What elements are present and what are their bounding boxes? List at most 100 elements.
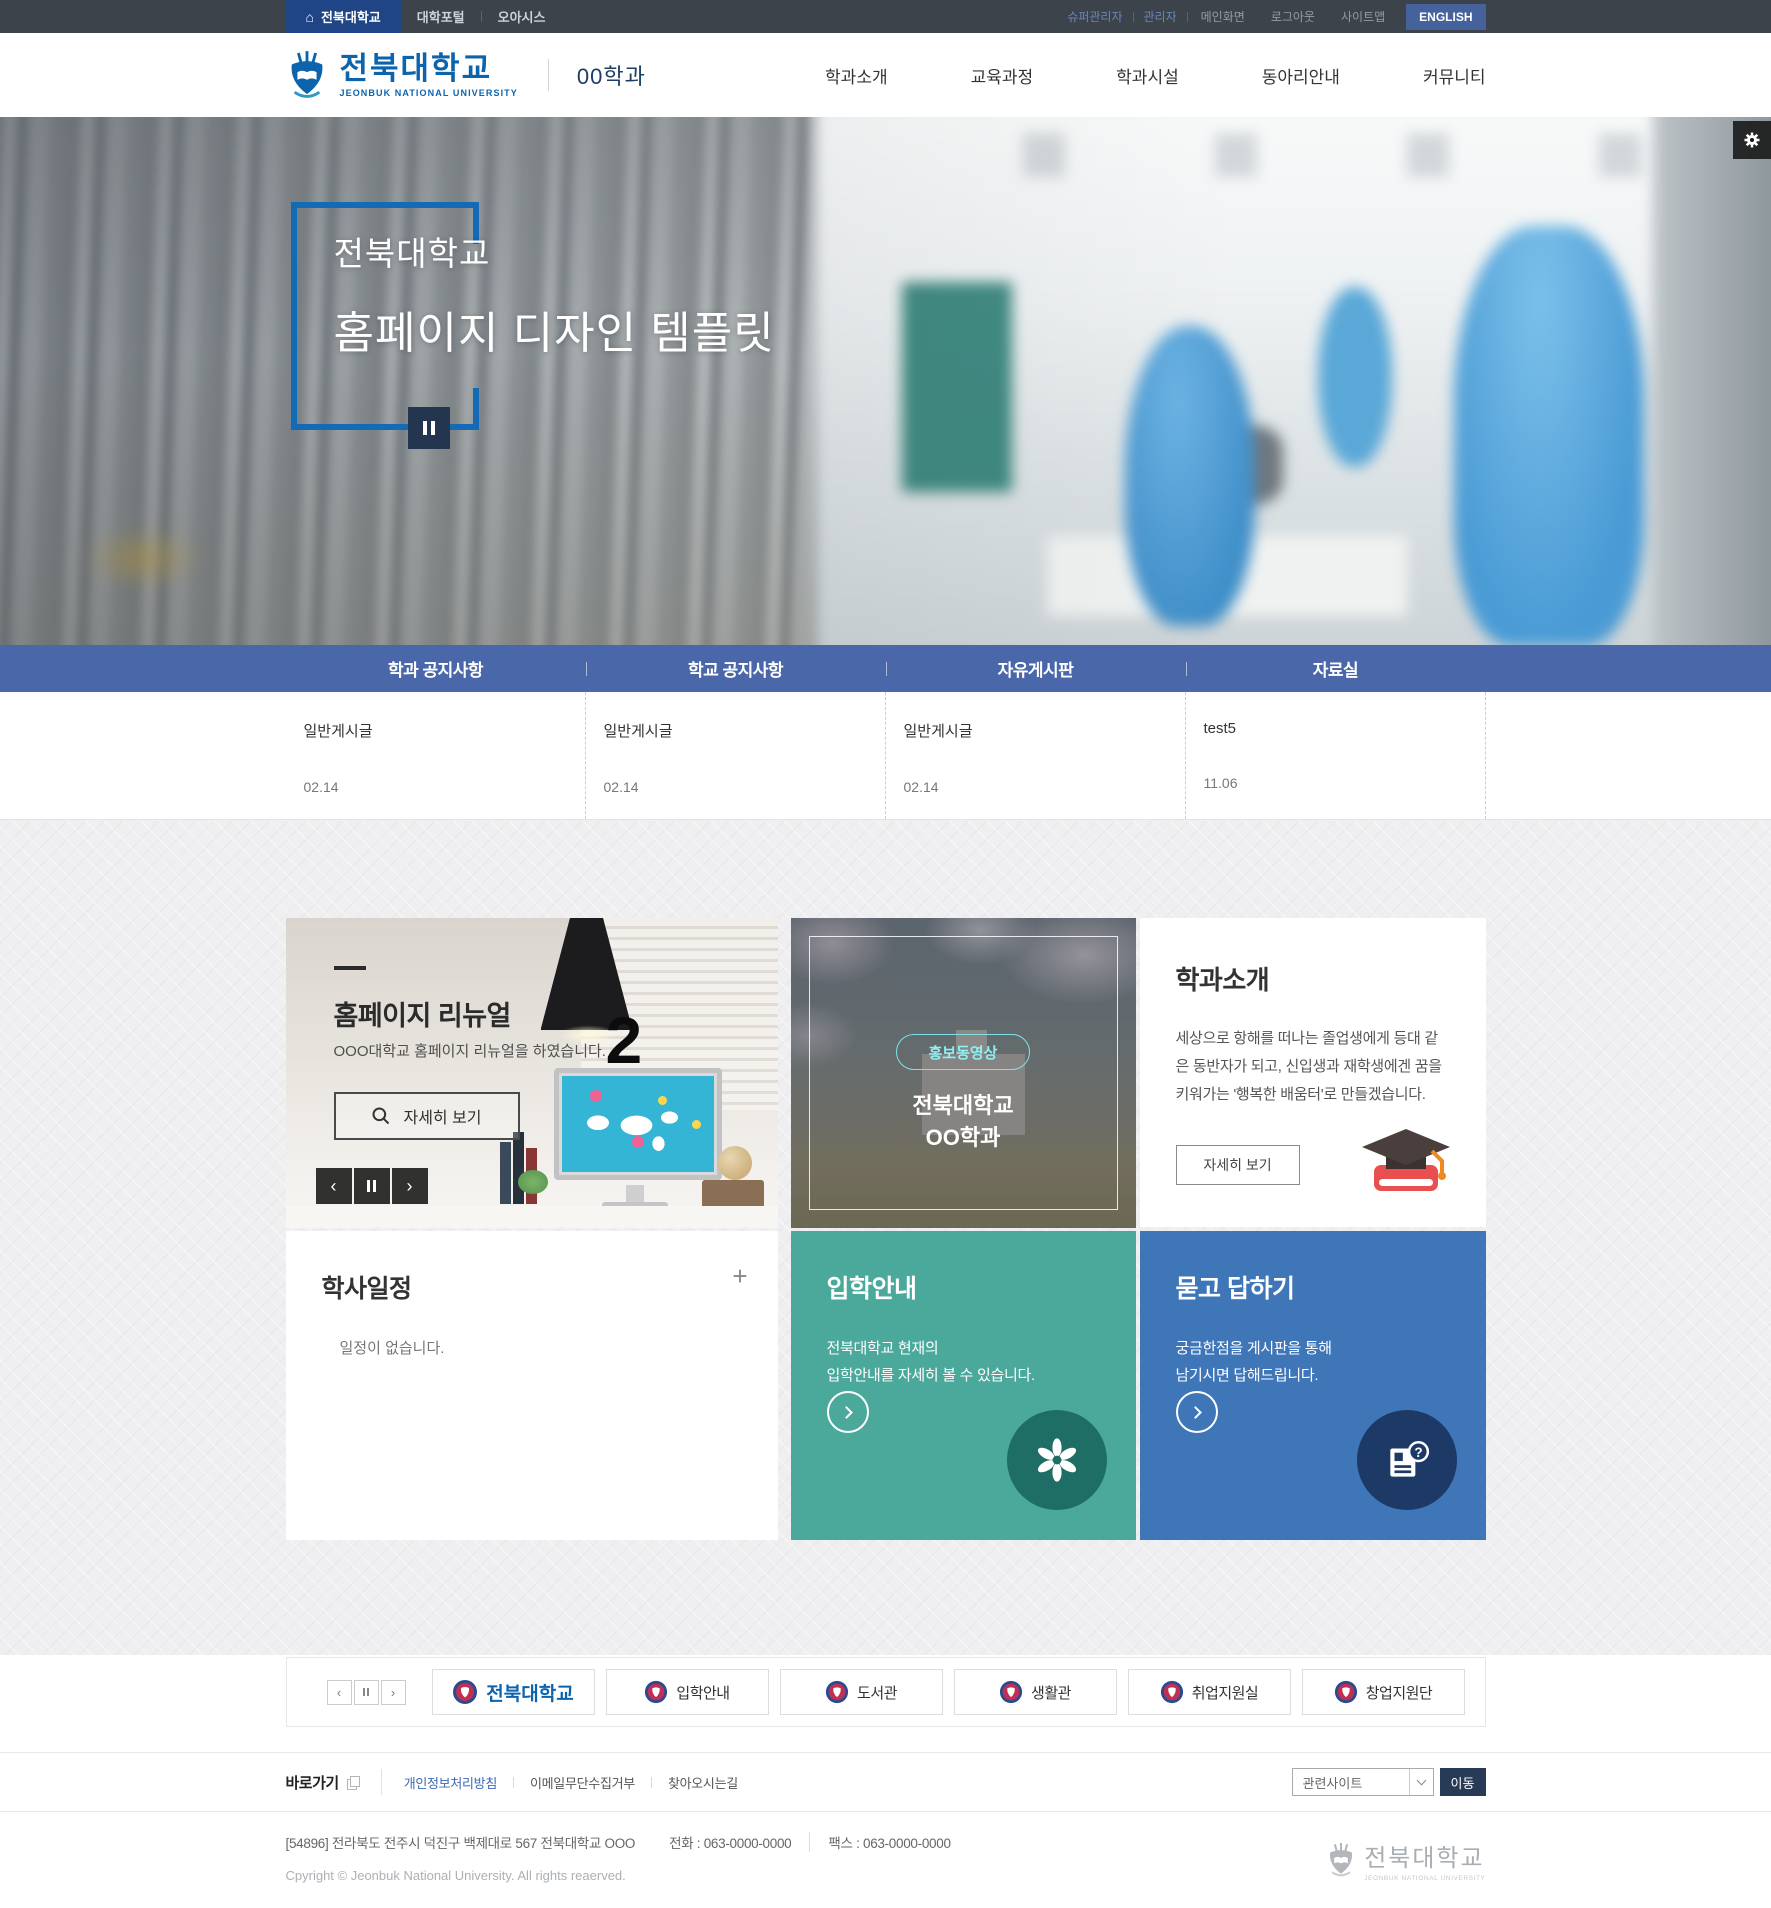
admission-card[interactable]: 입학안내 전북대학교 현재의 입학안내를 자세히 볼 수 있습니다. <box>791 1231 1136 1540</box>
notice-item[interactable]: test5 11.06 <box>1186 692 1486 819</box>
topbar-oasis-link[interactable]: 오아시스 <box>482 0 562 33</box>
university-logo[interactable]: 전북대학교 JEONBUK NATIONAL UNIVERSITY 00학과 <box>286 50 646 100</box>
footer-fax: 팩스 : 063-0000-0000 <box>809 1832 950 1852</box>
admission-desc-line2: 입학안내를 자세히 볼 수 있습니다. <box>827 1367 1035 1384</box>
slide-controls: ‹ › <box>316 1168 428 1204</box>
banner-jbnu[interactable]: 전북대학교 <box>432 1669 595 1715</box>
nav-item-community[interactable]: 커뮤니티 <box>1423 53 1486 98</box>
renewal-description: OOO대학교 홈페이지 리뉴얼을 하였습니다. <box>334 1040 606 1061</box>
footer-logo-subtitle: JEONBUK NATIONAL UNIVERSITY <box>1364 1875 1485 1882</box>
hero-title-line2: 홈페이지 디자인 템플릿 <box>334 297 775 361</box>
notice-title: test5 <box>1204 720 1465 737</box>
shield-logo-icon <box>286 50 328 100</box>
footer-bottom: [54896] 전라북도 전주시 덕진구 백제대로 567 전북대학교 OOO … <box>0 1812 1771 1883</box>
notice-item[interactable]: 일반게시글 02.14 <box>886 692 1186 819</box>
qna-description: 궁금한점을 게시판을 통해 남기시면 답해드립니다. <box>1176 1335 1450 1389</box>
title-dash-decoration <box>334 966 366 970</box>
promo-line1: 전북대학교 <box>791 1088 1136 1120</box>
qna-arrow-button[interactable] <box>1176 1391 1218 1433</box>
hero-pause-button[interactable] <box>408 407 450 449</box>
tab-archive[interactable]: 자료실 <box>1186 645 1486 692</box>
university-emblem-icon <box>1160 1680 1184 1704</box>
email-refuse-link[interactable]: 이메일무단수집거부 <box>530 1773 635 1792</box>
notice-title: 일반게시글 <box>604 720 865 741</box>
qna-emblem-circle: ? <box>1357 1410 1457 1510</box>
related-sites-select[interactable]: 관련사이트 <box>1292 1768 1434 1796</box>
main-navigation: 학과소개 교육과정 학과시설 동아리안내 커뮤니티 <box>742 53 1485 98</box>
slide-prev-button[interactable]: ‹ <box>316 1168 352 1204</box>
tab-school-notice[interactable]: 학교 공지사항 <box>586 645 886 692</box>
hero-banner: 전북대학교 홈페이지 디자인 템플릿 <box>0 117 1771 645</box>
divider <box>513 1777 514 1788</box>
banner-career-center[interactable]: 취업지원실 <box>1128 1669 1291 1715</box>
page: ⌂ 전북대학교 대학포털 오아시스 슈퍼관리자 관리자 메인화면 로그아웃 사이… <box>0 0 1771 1908</box>
nav-item-curriculum[interactable]: 교육과정 <box>971 53 1034 98</box>
slide-pause-button[interactable] <box>354 1168 390 1204</box>
hero-settings-button[interactable] <box>1733 121 1771 159</box>
logo-divider <box>548 59 549 91</box>
schedule-title: 학사일정 <box>322 1269 742 1305</box>
question-document-icon: ? <box>1382 1435 1432 1485</box>
privacy-policy-link[interactable]: 개인정보처리방침 <box>404 1773 497 1792</box>
content-section: 홈페이지 리뉴얼 OOO대학교 홈페이지 리뉴얼을 하였습니다. 2 자세히 보… <box>0 820 1771 1655</box>
footer-area: ‹ › 전북대학교 <box>0 1657 1771 1908</box>
gear-icon <box>1742 130 1762 150</box>
intro-more-button[interactable]: 자세히 보기 <box>1176 1145 1300 1185</box>
shortcut-label: 바로가기 <box>286 1772 339 1793</box>
banner-controls: ‹ › <box>327 1680 406 1705</box>
english-button[interactable]: ENGLISH <box>1406 4 1485 30</box>
search-icon <box>371 1106 391 1126</box>
notice-item[interactable]: 일반게시글 02.14 <box>586 692 886 819</box>
quick-links-row: 바로가기 개인정보처리방침 이메일무단수집거부 찾아오시는길 관련사이트 이동 <box>0 1752 1771 1812</box>
slide-next-button[interactable]: › <box>392 1168 428 1204</box>
topbar-home-link[interactable]: ⌂ 전북대학교 <box>286 0 401 33</box>
card-photo-detail <box>626 1185 644 1203</box>
notice-title: 일반게시글 <box>304 720 565 741</box>
qna-card[interactable]: 묻고 답하기 궁금한점을 게시판을 통해 남기시면 답해드립니다. <box>1140 1231 1486 1540</box>
admission-arrow-button[interactable] <box>827 1391 869 1433</box>
chevron-down-icon <box>1409 1769 1433 1795</box>
admission-description: 전북대학교 현재의 입학안내를 자세히 볼 수 있습니다. <box>827 1335 1100 1389</box>
notice-item[interactable]: 일반게시글 02.14 <box>286 692 586 819</box>
admission-desc-line1: 전북대학교 현재의 <box>827 1340 939 1357</box>
banner-next-button[interactable]: › <box>381 1680 406 1705</box>
nav-item-intro[interactable]: 학과소개 <box>825 53 888 98</box>
university-emblem-icon <box>452 1679 478 1705</box>
banner-library[interactable]: 도서관 <box>780 1669 943 1715</box>
banner-list: 전북대학교 입학안내 도서관 <box>432 1669 1476 1715</box>
schedule-card: 학사일정 + 일정이 없습니다. <box>286 1231 778 1540</box>
banner-startup-center[interactable]: 창업지원단 <box>1302 1669 1465 1715</box>
shield-logo-icon <box>1326 1841 1356 1879</box>
tab-dept-notice[interactable]: 학과 공지사항 <box>286 645 586 692</box>
promo-badge[interactable]: 홍보동영상 <box>896 1034 1030 1070</box>
topbar-superadmin-link[interactable]: 슈퍼관리자 <box>1057 8 1132 25</box>
directions-link[interactable]: 찾아오시는길 <box>668 1773 738 1792</box>
related-sites-label: 관련사이트 <box>1303 1773 1363 1792</box>
department-name: 00학과 <box>577 59 646 91</box>
banner-admission[interactable]: 입학안내 <box>606 1669 769 1715</box>
promo-video-card[interactable]: 홍보동영상 전북대학교 OO학과 <box>791 918 1136 1228</box>
nav-item-facility[interactable]: 학과시설 <box>1116 53 1179 98</box>
logo-subtitle: JEONBUK NATIONAL UNIVERSITY <box>340 88 518 98</box>
topbar-sitemap-link[interactable]: 사이트맵 <box>1328 8 1398 25</box>
nav-item-club[interactable]: 동아리안내 <box>1262 53 1340 98</box>
banner-label: 전북대학교 <box>486 1679 573 1706</box>
go-button[interactable]: 이동 <box>1440 1768 1486 1796</box>
admission-title: 입학안내 <box>827 1269 1100 1305</box>
topbar-mainscreen-link[interactable]: 메인화면 <box>1188 8 1258 25</box>
banner-prev-button[interactable]: ‹ <box>327 1680 352 1705</box>
banner-dormitory[interactable]: 생활관 <box>954 1669 1117 1715</box>
university-emblem-icon <box>1334 1680 1358 1704</box>
card-photo-detail <box>554 1068 722 1180</box>
footer-address-line: [54896] 전라북도 전주시 덕진구 백제대로 567 전북대학교 OOO … <box>286 1832 1486 1852</box>
topbar-admin-link[interactable]: 관리자 <box>1134 8 1187 25</box>
banner-pause-button[interactable] <box>354 1680 379 1705</box>
topbar-portal-link[interactable]: 대학포털 <box>401 0 481 33</box>
schedule-more-plus-button[interactable]: + <box>732 1263 747 1289</box>
divider <box>381 1769 382 1795</box>
topbar-logout-link[interactable]: 로그아웃 <box>1258 8 1328 25</box>
tab-free-board[interactable]: 자유게시판 <box>886 645 1186 692</box>
intro-title: 학과소개 <box>1176 960 1450 997</box>
renewal-more-button[interactable]: 자세히 보기 <box>334 1092 520 1140</box>
university-emblem-icon <box>999 1680 1023 1704</box>
